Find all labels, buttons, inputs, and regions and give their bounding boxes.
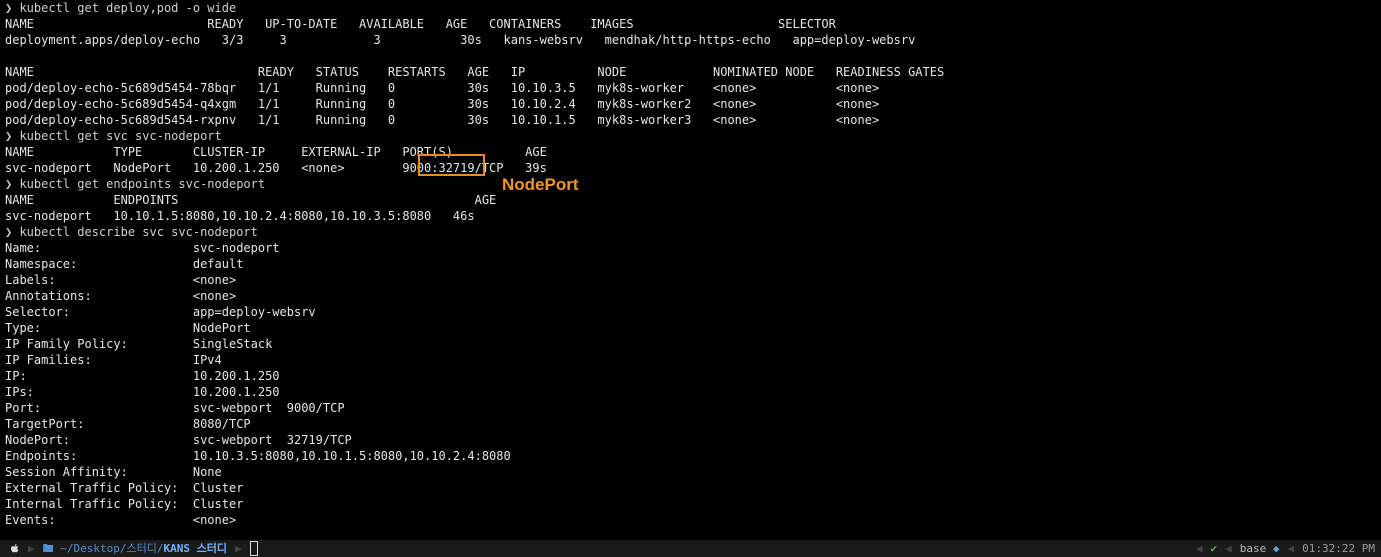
output-line: Port: svc-webport 9000/TCP (5, 401, 345, 415)
output-line: pod/deploy-echo-5c689d5454-q4xgm 1/1 Run… (5, 97, 880, 111)
terminal-output[interactable]: ❯ kubectl get deploy,pod -o wide NAME RE… (0, 0, 1381, 540)
output-line: deployment.apps/deploy-echo 3/3 3 3 30s … (5, 33, 916, 47)
apple-icon (0, 540, 26, 557)
output-line: Internal Traffic Policy: Cluster (5, 497, 244, 511)
conda-env-label: base (1239, 542, 1267, 555)
output-line: svc-nodeport 10.10.1.5:8080,10.10.2.4:80… (5, 209, 475, 223)
conda-env: base ◆ (1234, 540, 1286, 557)
output-line: pod/deploy-echo-5c689d5454-rxpnv 1/1 Run… (5, 113, 880, 127)
prompt-status-bar: ▶ 🖿 ~/Desktop/스터디/KANS 스터디 ▶ ◀ ✔ ◀ base … (0, 540, 1381, 557)
path-prefix: ~/Desktop/스터디/ (60, 542, 164, 555)
output-line: NAME ENDPOINTS AGE (5, 193, 497, 207)
output-line: pod/deploy-echo-5c689d5454-78bqr 1/1 Run… (5, 81, 880, 95)
output-line: NAME READY STATUS RESTARTS AGE IP NODE N… (5, 65, 945, 79)
output-line: Annotations: <none> (5, 289, 237, 303)
output-line: NAME TYPE CLUSTER-IP EXTERNAL-IP PORT(S)… (5, 145, 547, 159)
nodeport-annotation: NodePort (502, 175, 579, 194)
command-line: ❯ kubectl describe svc svc-nodeport (5, 225, 258, 239)
terminal-cursor[interactable] (249, 541, 258, 556)
clock: 01:32:22 PM (1302, 542, 1375, 555)
output-line: IP Family Policy: SingleStack (5, 337, 273, 351)
output-line: Selector: app=deploy-websrv (5, 305, 316, 319)
output-line: NodePort: svc-webport 32719/TCP (5, 433, 352, 447)
output-line: External Traffic Policy: Cluster (5, 481, 244, 495)
output-line: Session Affinity: None (5, 465, 222, 479)
output-line: Events: <none> (5, 513, 237, 527)
path-current: KANS 스터디 (163, 542, 227, 555)
python-icon: ◆ (1272, 542, 1280, 555)
output-line: Namespace: default (5, 257, 244, 271)
output-line: Name: svc-nodeport (5, 241, 280, 255)
output-line: IP Families: IPv4 (5, 353, 222, 367)
output-line: svc-nodeport NodePort 10.200.1.250 <none… (5, 161, 547, 175)
folder-icon: 🖿 (42, 542, 61, 555)
command-line: ❯ kubectl get endpoints svc-nodeport (5, 177, 266, 191)
check-icon: ✔ (1210, 542, 1218, 555)
current-directory: 🖿 ~/Desktop/스터디/KANS 스터디 (37, 540, 233, 557)
output-line: IP: 10.200.1.250 (5, 369, 280, 383)
output-line: Labels: <none> (5, 273, 237, 287)
output-line: TargetPort: 8080/TCP (5, 417, 251, 431)
command-line: ❯ kubectl get deploy,pod -o wide (5, 1, 237, 15)
output-line: NAME READY UP-TO-DATE AVAILABLE AGE CONT… (5, 17, 836, 31)
output-line: Endpoints: 10.10.3.5:8080,10.10.1.5:8080… (5, 449, 511, 463)
output-line: Type: NodePort (5, 321, 251, 335)
nodeport-highlight-box (418, 154, 485, 176)
output-line: IPs: 10.200.1.250 (5, 385, 280, 399)
command-line: ❯ kubectl get svc svc-nodeport (5, 129, 222, 143)
